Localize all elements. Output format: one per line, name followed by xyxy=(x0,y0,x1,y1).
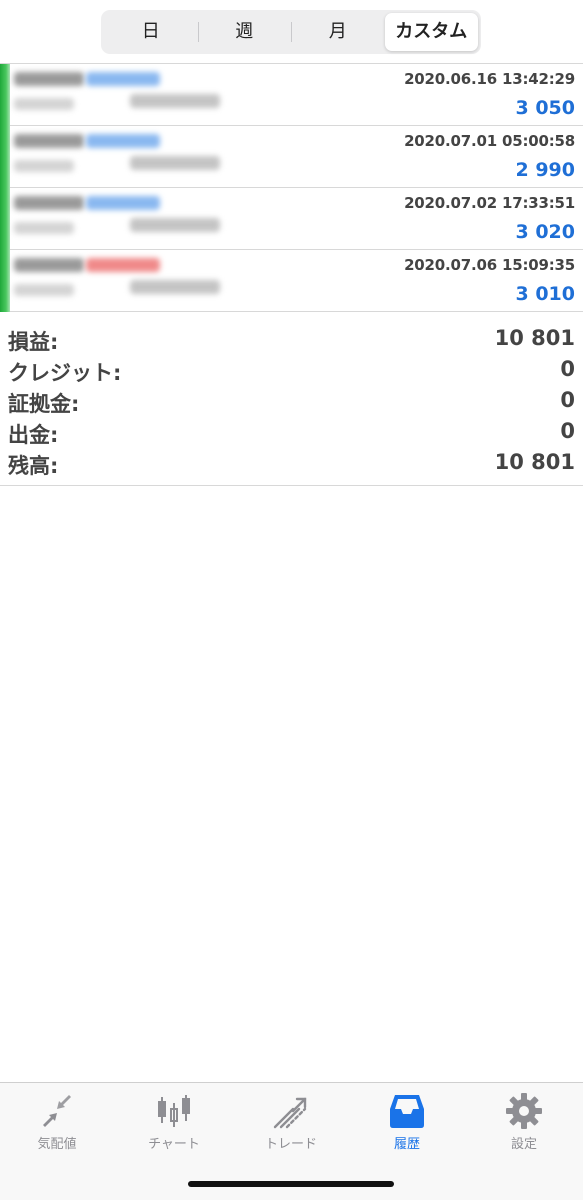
redacted-deal-info xyxy=(0,126,235,188)
summary-value: 0 xyxy=(560,357,575,381)
tab-label: 設定 xyxy=(510,1137,537,1152)
deal-side-indicator xyxy=(0,250,10,312)
redacted-symbol xyxy=(14,72,84,86)
tab-trade[interactable]: トレード xyxy=(246,1091,336,1152)
summary-row-margin: 証拠金: 0 xyxy=(0,386,583,417)
history-icon xyxy=(390,1095,424,1128)
tab-quotes[interactable]: 気配値 xyxy=(12,1091,102,1152)
period-segmented-control: 日 週 月 カスタム xyxy=(101,10,481,54)
redacted-volume xyxy=(14,98,74,110)
redacted-price xyxy=(130,156,220,170)
redacted-symbol xyxy=(14,196,84,210)
deal-time: 2020.06.16 13:42:29 xyxy=(404,70,575,88)
redacted-deal-type xyxy=(86,134,160,148)
summary-value: 0 xyxy=(560,388,575,412)
deal-row[interactable]: 2020.06.16 13:42:29 3 050 xyxy=(0,64,583,126)
redacted-volume xyxy=(14,160,74,172)
deal-side-indicator xyxy=(0,126,10,188)
tab-history[interactable]: 履歴 xyxy=(362,1091,452,1152)
deal-side-indicator xyxy=(0,64,10,126)
deal-side-indicator xyxy=(0,188,10,250)
redacted-price xyxy=(130,94,220,108)
summary-row-profit: 損益: 10 801 xyxy=(0,324,583,355)
summary-label: 損益: xyxy=(8,330,59,354)
deal-row[interactable]: 2020.07.02 17:33:51 3 020 xyxy=(0,188,583,250)
summary-label: クレジット: xyxy=(8,361,122,385)
period-tab-week[interactable]: 週 xyxy=(197,13,292,51)
period-tab-custom[interactable]: カスタム xyxy=(384,13,478,51)
redacted-price xyxy=(130,218,220,232)
redacted-symbol xyxy=(14,134,84,148)
tab-chart[interactable]: チャート xyxy=(129,1091,219,1152)
home-indicator xyxy=(188,1181,394,1187)
redacted-deal-info xyxy=(0,64,235,126)
redacted-volume xyxy=(14,284,74,296)
deals-list: 2020.06.16 13:42:29 3 050 2020.07.01 05:… xyxy=(0,63,583,312)
summary-row-withdrawal: 出金: 0 xyxy=(0,417,583,448)
summary-value: 10 801 xyxy=(494,450,575,474)
summary-value: 10 801 xyxy=(494,326,575,350)
redacted-price xyxy=(130,280,220,294)
deal-profit: 3 020 xyxy=(515,221,576,243)
tab-label: トレード xyxy=(264,1137,317,1152)
trade-icon xyxy=(273,1097,307,1129)
deal-time: 2020.07.01 05:00:58 xyxy=(404,132,575,150)
redacted-deal-info xyxy=(0,250,235,312)
summary-value: 0 xyxy=(560,419,575,443)
period-tab-day[interactable]: 日 xyxy=(104,13,198,51)
tab-label: 履歴 xyxy=(393,1137,420,1152)
settings-icon xyxy=(506,1093,542,1129)
tab-label: チャート xyxy=(148,1137,200,1152)
redacted-deal-type xyxy=(86,196,160,210)
history-summary: 損益: 10 801 クレジット: 0 証拠金: 0 出金: 0 残高: 10 … xyxy=(0,316,583,486)
summary-row-balance: 残高: 10 801 xyxy=(0,448,583,479)
summary-label: 残高: xyxy=(8,454,59,478)
summary-label: 証拠金: xyxy=(8,392,80,416)
quotes-icon xyxy=(43,1095,71,1127)
deal-profit: 2 990 xyxy=(515,159,576,181)
deal-row[interactable]: 2020.07.01 05:00:58 2 990 xyxy=(0,126,583,188)
tab-label: 気配値 xyxy=(37,1137,77,1152)
deal-profit: 3 050 xyxy=(515,97,576,119)
chart-icon xyxy=(158,1095,190,1127)
redacted-deal-type xyxy=(86,72,160,86)
redacted-deal-type xyxy=(86,258,160,272)
deal-row[interactable]: 2020.07.06 15:09:35 3 010 xyxy=(0,250,583,312)
redacted-symbol xyxy=(14,258,84,272)
redacted-volume xyxy=(14,222,74,234)
summary-label: 出金: xyxy=(8,423,59,447)
deal-time: 2020.07.06 15:09:35 xyxy=(404,256,575,274)
period-tab-month[interactable]: 月 xyxy=(291,13,385,51)
redacted-deal-info xyxy=(0,188,235,250)
tab-settings[interactable]: 設定 xyxy=(479,1091,569,1152)
deal-profit: 3 010 xyxy=(515,283,576,305)
deal-time: 2020.07.02 17:33:51 xyxy=(404,194,575,212)
summary-row-credit: クレジット: 0 xyxy=(0,355,583,386)
